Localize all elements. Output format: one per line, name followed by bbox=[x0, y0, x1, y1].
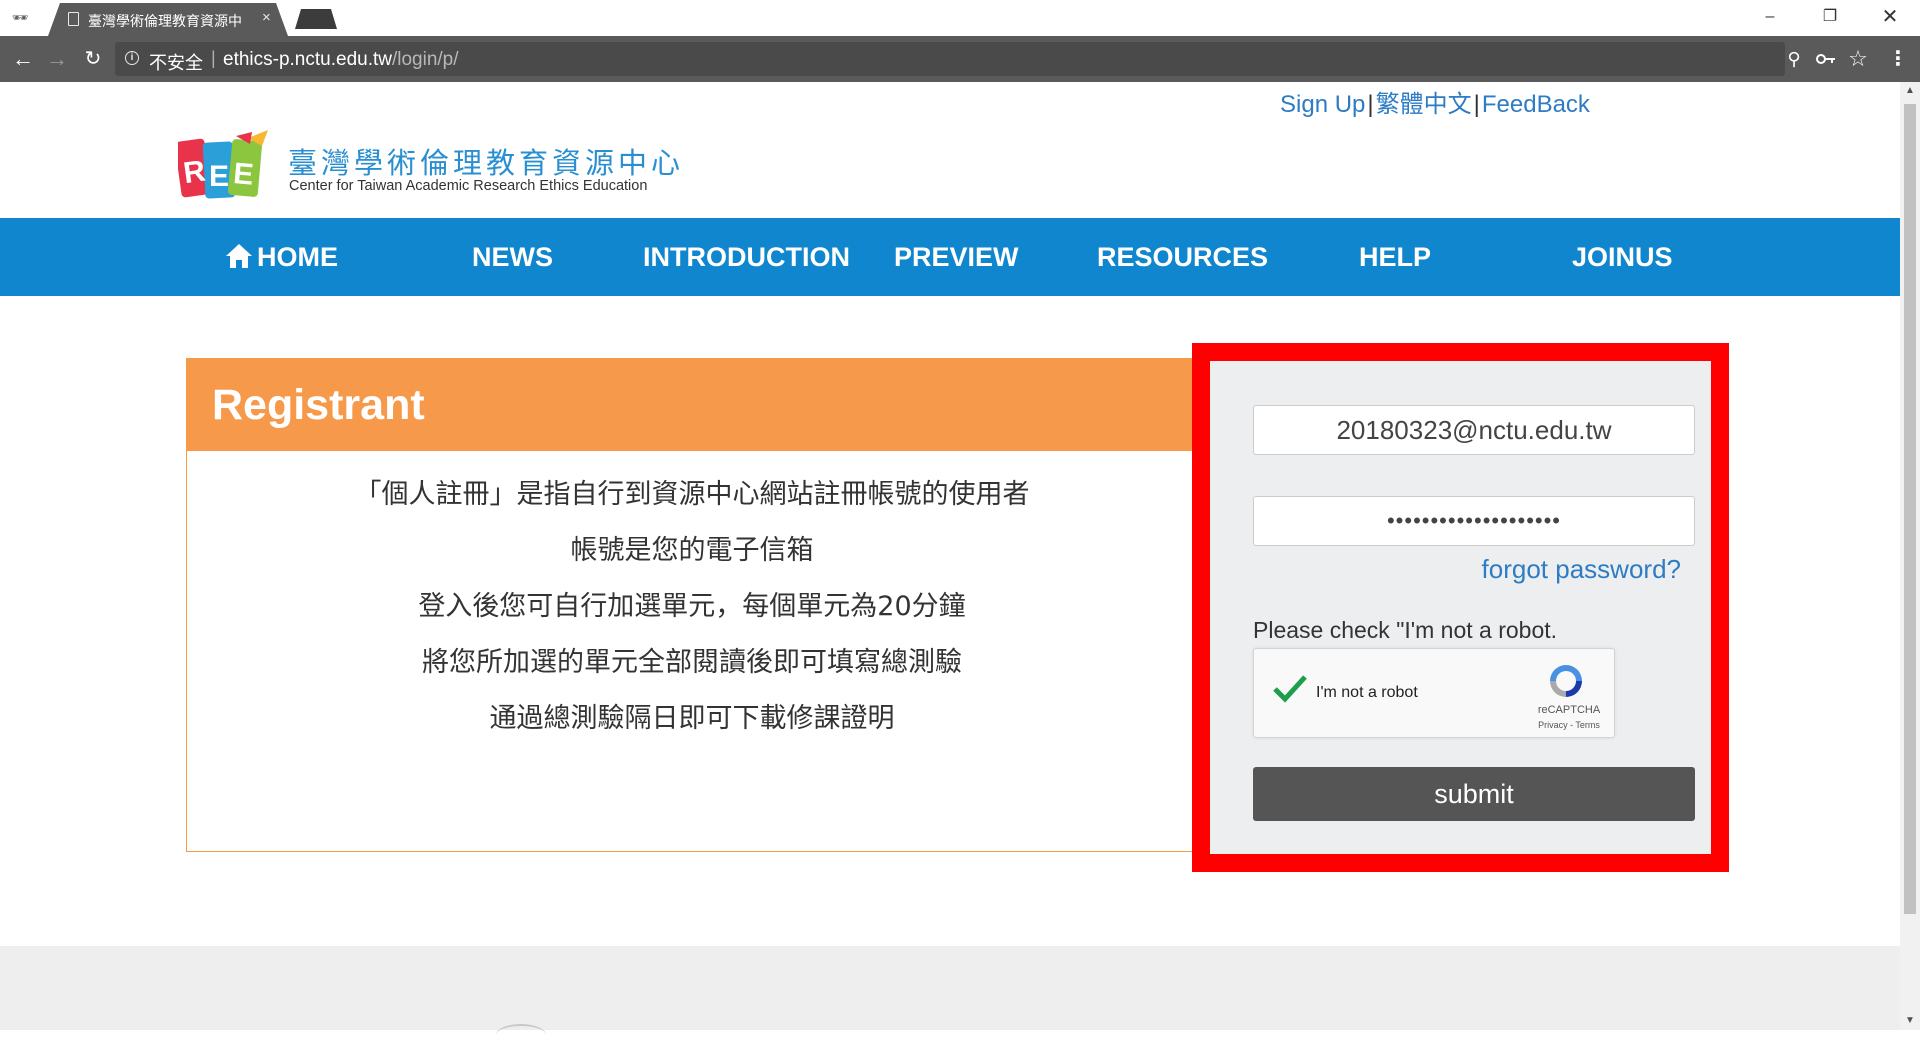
sign-up-link[interactable]: Sign Up bbox=[1280, 91, 1365, 118]
browser-toolbar: ← → ↻ i 不安全 | ethics-p.nctu.edu.tw/login… bbox=[0, 36, 1920, 82]
password-field[interactable]: •••••••••••••••••••• bbox=[1253, 496, 1695, 546]
scroll-thumb[interactable] bbox=[1904, 104, 1916, 914]
recaptcha-terms-link[interactable]: Privacy - Terms bbox=[1534, 720, 1604, 730]
registrant-line: 將您所加選的單元全部閱讀後即可填寫總測驗 bbox=[422, 647, 962, 678]
checkmark-icon[interactable] bbox=[1272, 673, 1308, 703]
link-separator: | bbox=[1473, 91, 1480, 118]
site-title-en[interactable]: Center for Taiwan Academic Research Ethi… bbox=[289, 178, 647, 194]
document-icon bbox=[68, 12, 79, 26]
feedback-link[interactable]: FeedBack bbox=[1482, 91, 1590, 118]
registrant-line: 帳號是您的電子信箱 bbox=[570, 535, 814, 566]
header-links: Sign Up|繁體中文|FeedBack bbox=[1280, 84, 1590, 119]
submit-button[interactable]: submit bbox=[1253, 767, 1695, 821]
url-host: ethics-p.nctu.edu.tw bbox=[223, 49, 392, 70]
address-bar[interactable]: i 不安全 | ethics-p.nctu.edu.tw/login/p/ bbox=[115, 42, 1785, 76]
close-window-button[interactable]: ✕ bbox=[1860, 0, 1920, 36]
nav-preview[interactable]: PREVIEW bbox=[894, 218, 1019, 296]
nav-home[interactable]: HOME bbox=[225, 218, 338, 296]
nav-home-label: HOME bbox=[257, 242, 338, 272]
registrant-title: Registrant bbox=[212, 381, 425, 429]
link-separator: | bbox=[1367, 91, 1374, 118]
url-separator: | bbox=[211, 48, 216, 68]
key-icon[interactable] bbox=[1810, 42, 1842, 76]
site-title-zh[interactable]: 臺灣學術倫理教育資源中心 bbox=[288, 140, 684, 182]
browser-tab[interactable]: 臺灣學術倫理教育資源中 × bbox=[48, 3, 288, 36]
back-arrow-icon[interactable]: ← bbox=[8, 44, 38, 74]
browser-titlebar: 🕶 臺灣學術倫理教育資源中 × – ❐ ✕ bbox=[0, 0, 1920, 36]
url-text[interactable]: ethics-p.nctu.edu.tw/login/p/ bbox=[223, 49, 459, 71]
registrant-panel: Registrant 「個人註冊」是指自行到資源中心網站註冊帳號的使用者 帳號是… bbox=[186, 358, 1196, 852]
scroll-down-arrow-icon[interactable]: ▼ bbox=[1900, 1012, 1920, 1030]
security-label[interactable]: 不安全 bbox=[149, 49, 203, 75]
url-path: /login/p/ bbox=[391, 49, 459, 70]
nav-news[interactable]: NEWS bbox=[472, 218, 553, 296]
bookmark-star-icon[interactable]: ☆ bbox=[1842, 42, 1874, 76]
page-footer bbox=[0, 946, 1900, 1030]
key-glyph bbox=[1816, 54, 1835, 64]
registrant-line: 登入後您可自行加選單元，每個單元為20分鐘 bbox=[418, 591, 966, 622]
main-navigation: HOME NEWS INTRODUCTION PREVIEW RESOURCES… bbox=[0, 218, 1900, 296]
new-tab-button[interactable] bbox=[295, 9, 337, 29]
registrant-line: 通過總測驗隔日即可下載修課證明 bbox=[489, 703, 895, 734]
svg-text:E: E bbox=[209, 160, 229, 193]
registrant-line: 「個人註冊」是指自行到資源中心網站註冊帳號的使用者 bbox=[354, 479, 1030, 510]
recaptcha-logo-icon bbox=[1550, 665, 1582, 697]
recaptcha-widget[interactable]: I'm not a robot reCAPTCHA Privacy - Term… bbox=[1253, 648, 1615, 738]
cree-logo-icon[interactable]: R E E bbox=[178, 130, 274, 200]
tab-close-icon[interactable]: × bbox=[262, 9, 271, 26]
incognito-icon: 🕶 bbox=[11, 10, 29, 25]
scroll-up-arrow-icon[interactable]: ▲ bbox=[1900, 82, 1920, 100]
login-form-panel: 20180323@nctu.edu.tw •••••••••••••••••••… bbox=[1192, 343, 1729, 872]
registrant-description: 「個人註冊」是指自行到資源中心網站註冊帳號的使用者 帳號是您的電子信箱 登入後您… bbox=[187, 469, 1197, 749]
zoom-icon[interactable]: ⚲ bbox=[1778, 42, 1810, 76]
captcha-prompt: Please check "I'm not a robot. bbox=[1253, 617, 1558, 643]
page-scrollbar[interactable]: ▲ ▼ bbox=[1900, 82, 1920, 1030]
nav-joinus[interactable]: JOINUS bbox=[1572, 218, 1673, 296]
forgot-password-link[interactable]: forgot password? bbox=[1482, 554, 1681, 585]
browser-menu-icon[interactable]: ⋮ bbox=[1882, 42, 1914, 76]
tab-title: 臺灣學術倫理教育資源中 bbox=[88, 14, 242, 30]
svg-text:E: E bbox=[232, 157, 255, 192]
language-link[interactable]: 繁體中文 bbox=[1376, 91, 1472, 118]
recaptcha-label[interactable]: I'm not a robot bbox=[1316, 684, 1418, 702]
email-field[interactable]: 20180323@nctu.edu.tw bbox=[1253, 405, 1695, 455]
footer-decoration bbox=[496, 1024, 546, 1046]
home-icon bbox=[226, 244, 252, 268]
info-icon[interactable]: i bbox=[125, 51, 139, 65]
recaptcha-brand: reCAPTCHA bbox=[1537, 704, 1601, 716]
restore-button[interactable]: ❐ bbox=[1800, 0, 1860, 36]
nav-introduction[interactable]: INTRODUCTION bbox=[643, 218, 850, 296]
forward-arrow-icon[interactable]: → bbox=[42, 44, 72, 74]
minimize-button[interactable]: – bbox=[1740, 0, 1800, 36]
nav-help[interactable]: HELP bbox=[1359, 218, 1431, 296]
reload-icon[interactable]: ↻ bbox=[78, 44, 108, 74]
registrant-header: Registrant bbox=[187, 359, 1195, 451]
nav-resources[interactable]: RESOURCES bbox=[1097, 218, 1268, 296]
